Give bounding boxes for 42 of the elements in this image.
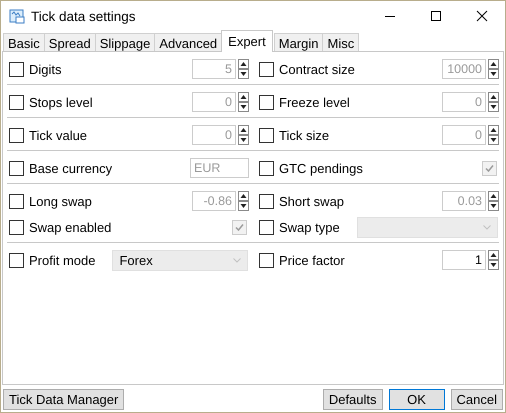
tab[interactable]: Spread bbox=[44, 33, 96, 52]
spin-arrows-icon[interactable] bbox=[238, 92, 249, 112]
spin-arrows-icon[interactable] bbox=[488, 191, 499, 211]
field-label: Digits bbox=[29, 62, 62, 76]
field-label: Swap enabled bbox=[29, 220, 112, 234]
dialog-button[interactable]: Defaults bbox=[322, 389, 383, 410]
tab[interactable]: Slippage bbox=[94, 33, 156, 52]
tick-data-manager-button[interactable]: Tick Data Manager bbox=[3, 389, 124, 410]
field-label: Stops level bbox=[29, 94, 93, 110]
chevron-down-icon bbox=[233, 258, 241, 262]
spin-arrows-icon[interactable] bbox=[238, 125, 249, 145]
tab[interactable]: Margin bbox=[274, 33, 324, 52]
dialog-button[interactable]: Cancel bbox=[450, 389, 503, 410]
tab[interactable]: Advanced bbox=[154, 33, 222, 52]
number-field[interactable]: 1 bbox=[442, 250, 486, 270]
field-label: Contract size bbox=[279, 62, 355, 76]
app-icon bbox=[9, 8, 25, 24]
tab[interactable]: Expert bbox=[221, 30, 273, 52]
field-label: Freeze level bbox=[279, 94, 350, 110]
spin-arrows-icon[interactable] bbox=[238, 191, 249, 211]
field-label: GTC pendings bbox=[279, 160, 363, 176]
field-label: Long swap bbox=[29, 194, 92, 208]
spin-arrows-icon[interactable] bbox=[488, 59, 499, 79]
field-label: Base currency bbox=[29, 160, 112, 176]
chevron-down-icon bbox=[483, 224, 491, 230]
window-title: Tick data settings bbox=[31, 8, 136, 24]
tab[interactable]: Basic bbox=[3, 33, 45, 52]
maximize-icon[interactable] bbox=[430, 10, 442, 22]
field-label: Tick value bbox=[29, 128, 88, 142]
spin-arrows-icon[interactable] bbox=[488, 250, 499, 270]
field-label: Profit mode bbox=[29, 252, 96, 268]
field-label: Tick size bbox=[279, 128, 330, 142]
checkbox[interactable] bbox=[259, 252, 274, 268]
field-label: Short swap bbox=[279, 194, 344, 208]
dialog-button[interactable]: OK bbox=[388, 389, 445, 410]
close-icon[interactable] bbox=[476, 10, 488, 22]
tab[interactable]: Misc bbox=[322, 33, 360, 52]
spin-arrows-icon[interactable] bbox=[238, 59, 249, 79]
field-label: Swap type bbox=[279, 220, 340, 234]
spin-arrows-icon[interactable] bbox=[488, 92, 499, 112]
spin-arrows-icon[interactable] bbox=[488, 125, 499, 145]
field-label: Price factor bbox=[279, 252, 345, 268]
